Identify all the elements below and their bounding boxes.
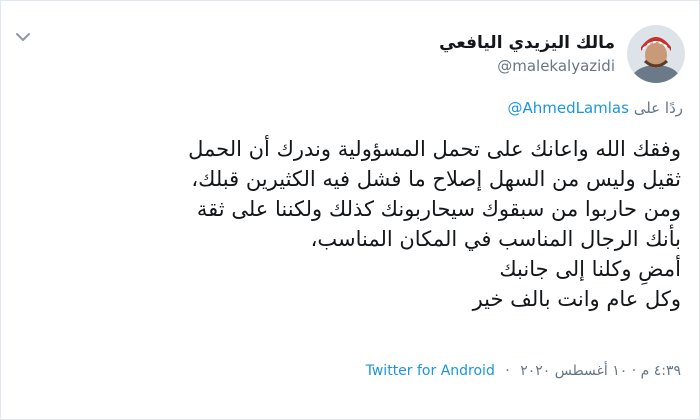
tweet-header: مالك اليزيدي اليافعي @malekalyazidi [439,23,685,85]
author-names: مالك اليزيدي اليافعي @malekalyazidi [439,31,615,77]
tweet-text-line: ومن حاربوا من سبقوك سيحاربونك كذلك ولكنن… [196,197,681,221]
tweet-source-link[interactable]: Twitter for Android [366,363,495,379]
tweet-text-line: ثقيل وليس من السهل إصلاح ما فشل فيه الكث… [191,167,681,191]
tweet-text: وفقك الله واعانك على تحمل المسؤولية وندر… [21,134,681,314]
tweet-text-line: وكل عام وانت بالف خير [472,287,681,311]
tweet-text-line: وفقك الله واعانك على تحمل المسؤولية وندر… [188,137,681,161]
reply-prefix: ردًا على [633,99,683,117]
footer-separator: · [505,363,510,379]
avatar[interactable] [627,25,685,83]
author-display-name[interactable]: مالك اليزيدي اليافعي [439,31,615,55]
reply-mention-link[interactable]: @AhmedLamlas [507,99,628,117]
chevron-down-icon[interactable] [15,31,31,43]
tweet-text-line: بأنك الرجال المناسب في المكان المناسب، [310,227,681,251]
author-handle[interactable]: @malekalyazidi [497,55,615,77]
tweet-card: مالك اليزيدي اليافعي @malekalyazidi ردًا… [0,0,700,420]
reply-to-row: ردًا على @AhmedLamlas [507,99,683,117]
tweet-timestamp[interactable]: ٤:٣٩ م · ١٠ أغسطس ٢٠٢٠ [520,363,681,379]
tweet-text-line: أمضِ وكلنا إلى جانبك [499,257,681,281]
tweet-footer: ٤:٣٩ م · ١٠ أغسطس ٢٠٢٠ · Twitter for And… [366,363,681,379]
